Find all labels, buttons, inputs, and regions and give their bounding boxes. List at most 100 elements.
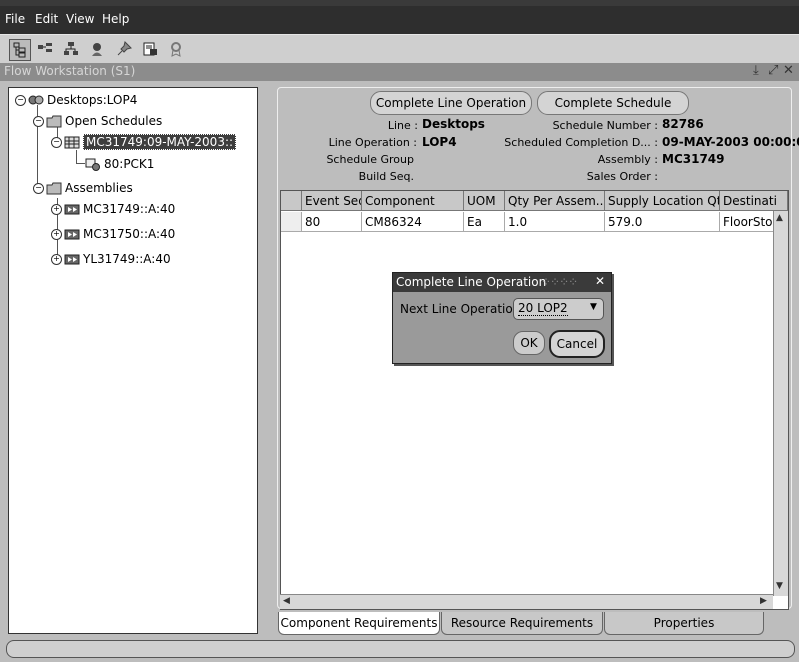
menu-view[interactable]: View xyxy=(66,12,94,26)
schedule-number-value: 82786 xyxy=(662,117,704,131)
column-header[interactable]: UOM xyxy=(464,191,505,211)
dialog-close-icon[interactable]: ✕ xyxy=(595,274,605,288)
schedule-icon xyxy=(64,136,80,149)
collapse-icon[interactable]: − xyxy=(51,136,62,148)
column-header[interactable]: Destinati xyxy=(720,191,788,211)
tree-node-root[interactable]: − Desktops:LOP4 xyxy=(15,91,137,109)
tree-node-schedule[interactable]: − MC31749:09-MAY-2003:: xyxy=(51,133,237,151)
sales-order-label: Sales Order : xyxy=(586,170,658,183)
close-icon[interactable]: ✕ xyxy=(783,63,794,78)
pin-icon[interactable] xyxy=(114,39,134,59)
menu-help[interactable]: Help xyxy=(102,12,129,26)
line-value: Desktops xyxy=(422,117,485,131)
table-cell[interactable]: 579.0 xyxy=(605,212,720,232)
column-header[interactable]: Component xyxy=(362,191,464,211)
row-header-corner xyxy=(281,191,302,211)
tree-view-icon[interactable] xyxy=(9,39,31,61)
assembly-icon xyxy=(64,203,80,216)
collapse-icon[interactable]: − xyxy=(15,94,26,106)
tab-component-requirements[interactable]: Component Requirements xyxy=(278,612,440,635)
navigator-tree: − Desktops:LOP4 − Open Schedules − MC317… xyxy=(8,87,258,634)
tree-node-operation[interactable]: 80:PCK1 xyxy=(85,155,154,173)
component-requirements-table: Event Seq Component UOM Qty Per Assem...… xyxy=(280,190,789,610)
scheduled-completion-value: 09-MAY-2003 00:00:00 xyxy=(662,135,799,149)
minimize-icon[interactable]: ⤓ xyxy=(753,63,759,78)
scheduled-completion-label: Scheduled Completion D... : xyxy=(504,136,658,149)
table-cell[interactable]: 80 xyxy=(302,212,362,232)
vertical-scrollbar[interactable]: ▲ ▼ xyxy=(773,211,788,596)
line-operation-value: LOP4 xyxy=(422,135,457,149)
line-operation-label: Line Operation : xyxy=(328,136,417,149)
tree-node-open-schedules[interactable]: − Open Schedules xyxy=(33,112,162,130)
internal-window-titlebar: Flow Workstation (S1) ⤓ ⤢ ✕ xyxy=(0,63,799,81)
assembly-icon xyxy=(64,228,80,241)
folder-icon xyxy=(46,115,62,128)
grip-icon[interactable]: ⁘⁘⁘⁘ xyxy=(541,275,578,289)
user-icon[interactable] xyxy=(87,39,107,59)
chevron-down-icon: ▼ xyxy=(590,302,597,312)
menu-bar: File Edit View Help xyxy=(0,6,799,34)
collapse-icon[interactable]: − xyxy=(33,182,44,194)
tree-node-assembly[interactable]: + YL31749::A:40 xyxy=(51,250,171,268)
window-title: Flow Workstation (S1) xyxy=(4,64,136,78)
cancel-button[interactable]: Cancel xyxy=(549,330,605,358)
scroll-down-icon[interactable]: ▼ xyxy=(776,581,783,591)
expand-icon[interactable]: + xyxy=(51,228,62,240)
column-header[interactable]: Supply Location Qty xyxy=(605,191,720,211)
tab-properties[interactable]: Properties xyxy=(604,612,764,635)
scroll-right-icon[interactable]: ▶ xyxy=(760,596,767,606)
ok-button[interactable]: OK xyxy=(513,331,545,355)
complete-line-operation-button[interactable]: Complete Line Operation xyxy=(370,91,532,115)
table-cell[interactable]: Ea xyxy=(464,212,505,232)
next-line-operation-label: Next Line Operation xyxy=(400,302,521,316)
line-label: Line : xyxy=(387,119,418,132)
tree-node-label: Assemblies xyxy=(65,181,133,195)
indent-icon[interactable] xyxy=(35,39,55,59)
tree-node-label: MC31750::A:40 xyxy=(83,227,176,241)
next-line-operation-select[interactable]: 20 LOP2 ▼ xyxy=(513,298,604,320)
scroll-left-icon[interactable]: ◀ xyxy=(283,596,290,606)
complete-line-operation-dialog: Complete Line Operation ⁘⁘⁘⁘ ✕ Next Line… xyxy=(392,272,612,364)
expand-icon[interactable]: + xyxy=(51,203,62,215)
menu-file[interactable]: File xyxy=(5,12,25,26)
table-cell[interactable]: FloorStoc xyxy=(720,212,774,232)
operation-icon xyxy=(85,158,101,171)
print-icon[interactable] xyxy=(140,39,160,59)
assembly-icon xyxy=(64,253,80,266)
tree-node-label: 80:PCK1 xyxy=(104,157,155,171)
tree-node-label: YL31749::A:40 xyxy=(83,252,171,266)
schedule-group-label: Schedule Group xyxy=(326,153,414,166)
tree-node-label: MC31749:09-MAY-2003:: xyxy=(83,134,237,150)
toolbar xyxy=(0,34,799,64)
complete-schedule-button[interactable]: Complete Schedule xyxy=(537,91,689,115)
tree-node-label: Desktops:LOP4 xyxy=(47,93,138,107)
restore-icon[interactable]: ⤢ xyxy=(768,63,778,78)
assembly-value: MC31749 xyxy=(662,152,725,166)
tree-node-assembly[interactable]: + MC31749::A:40 xyxy=(51,200,175,218)
folder-icon xyxy=(46,182,62,195)
table-cell[interactable]: 1.0 xyxy=(505,212,605,232)
select-value: 20 LOP2 xyxy=(518,301,568,316)
tree-node-label: MC31749::A:40 xyxy=(83,202,176,216)
tree-node-label: Open Schedules xyxy=(65,114,163,128)
column-header[interactable]: Qty Per Assem... xyxy=(505,191,605,211)
tab-resource-requirements[interactable]: Resource Requirements xyxy=(441,612,603,635)
line-icon xyxy=(28,94,44,107)
assembly-label: Assembly : xyxy=(597,153,658,166)
tree-node-assembly[interactable]: + MC31750::A:40 xyxy=(51,225,175,243)
status-bar xyxy=(6,640,795,658)
row-selector[interactable] xyxy=(281,212,302,232)
menu-edit[interactable]: Edit xyxy=(35,12,58,26)
scroll-up-icon[interactable]: ▲ xyxy=(776,213,783,223)
tree-node-assemblies[interactable]: − Assemblies xyxy=(33,179,133,197)
collapse-icon[interactable]: − xyxy=(33,115,44,127)
schedule-number-label: Schedule Number : xyxy=(552,119,658,132)
table-cell[interactable]: CM86324 xyxy=(362,212,464,232)
award-icon[interactable] xyxy=(166,39,186,59)
horizontal-scrollbar[interactable]: ◀ ▶ xyxy=(280,594,773,609)
hierarchy-icon[interactable] xyxy=(61,39,81,59)
column-header[interactable]: Event Seq xyxy=(302,191,362,211)
dialog-titlebar: Complete Line Operation ⁘⁘⁘⁘ ✕ xyxy=(393,273,611,292)
build-seq-label: Build Seq. xyxy=(358,170,414,183)
expand-icon[interactable]: + xyxy=(51,253,62,265)
